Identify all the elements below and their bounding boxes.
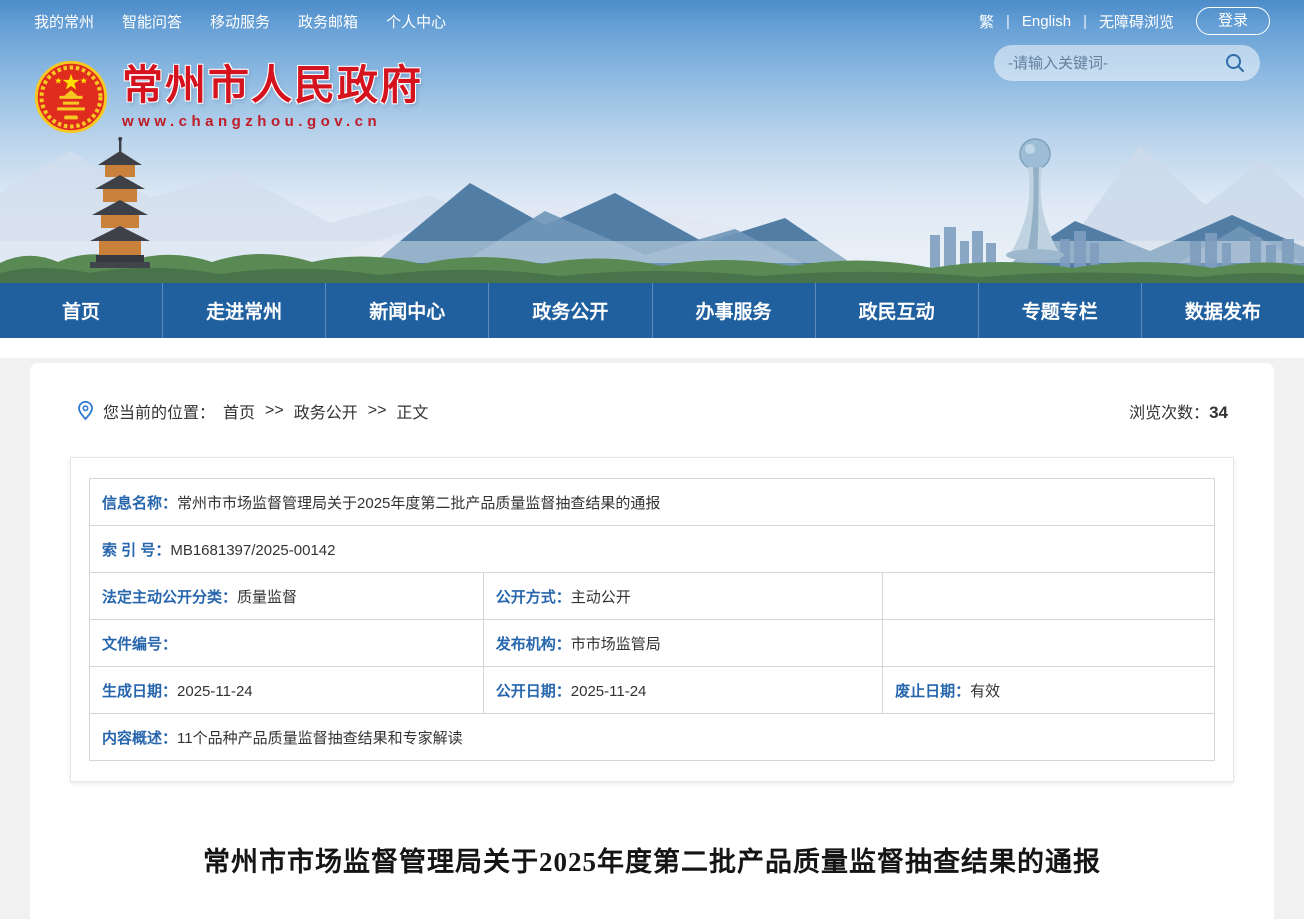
- location-pin-icon: [76, 401, 95, 421]
- nav-item-news-center[interactable]: 新闻中心: [326, 283, 489, 338]
- nav-item-gov-info[interactable]: 政务公开: [489, 283, 652, 338]
- info-cell-name: 信息名称：常州市市场监督管理局关于2025年度第二批产品质量监督抽查结果的通报: [90, 479, 1215, 526]
- breadcrumb-current[interactable]: 正文: [396, 399, 428, 423]
- breadcrumb-prefix: 您当前的位置：: [103, 399, 215, 423]
- topbar-link-my-changzhou[interactable]: 我的常州: [34, 11, 94, 32]
- view-counter: 浏览次数：34: [1129, 399, 1228, 423]
- site-brand[interactable]: 常州市人民政府 www.changzhou.gov.cn: [34, 60, 423, 134]
- breadcrumb-separator: >>: [368, 402, 387, 420]
- topbar: 我的常州 智能问答 移动服务 政务邮箱 个人中心 繁 | English | 无…: [0, 0, 1304, 42]
- info-cell-index: 索 引 号：MB1681397/2025-00142: [90, 526, 1215, 573]
- table-row: 内容概述：11个品种产品质量监督抽查结果和专家解读: [90, 714, 1215, 761]
- info-name-label: 信息名称：: [102, 495, 177, 512]
- breadcrumb-separator: >>: [265, 402, 284, 420]
- topbar-link-gov-mail[interactable]: 政务邮箱: [298, 11, 358, 32]
- info-created-label: 生成日期：: [102, 683, 177, 700]
- search-button[interactable]: [1224, 52, 1246, 74]
- info-cell-agency: 发布机构：市市场监管局: [483, 620, 882, 667]
- info-summary-value: 11个品种产品质量监督抽查结果和专家解读: [177, 730, 463, 747]
- divider: |: [1006, 13, 1010, 30]
- view-counter-label: 浏览次数：: [1129, 405, 1209, 422]
- nav-item-about-changzhou[interactable]: 走进常州: [163, 283, 326, 338]
- search-icon: [1224, 52, 1246, 74]
- national-emblem-logo: [34, 60, 108, 134]
- document-info-box: 信息名称：常州市市场监督管理局关于2025年度第二批产品质量监督抽查结果的通报 …: [70, 457, 1234, 782]
- topbar-link-mobile-services[interactable]: 移动服务: [210, 11, 270, 32]
- article-title: 常州市市场监督管理局关于2025年度第二批产品质量监督抽查结果的通报: [70, 840, 1234, 879]
- info-cell-docno: 文件编号：: [90, 620, 484, 667]
- info-index-label: 索 引 号：: [102, 542, 170, 559]
- breadcrumb-row: 您当前的位置： 首页 >> 政务公开 >> 正文 浏览次数：34: [70, 399, 1234, 423]
- english-link[interactable]: English: [1022, 13, 1071, 30]
- info-method-label: 公开方式：: [496, 589, 571, 606]
- site-title: 常州市人民政府: [122, 65, 423, 106]
- topbar-link-personal-center[interactable]: 个人中心: [386, 11, 446, 32]
- table-row: 信息名称：常州市市场监督管理局关于2025年度第二批产品质量监督抽查结果的通报: [90, 479, 1215, 526]
- info-cell-category: 法定主动公开分类：质量监督: [90, 573, 484, 620]
- info-cell-summary: 内容概述：11个品种产品质量监督抽查结果和专家解读: [90, 714, 1215, 761]
- table-row: 索 引 号：MB1681397/2025-00142: [90, 526, 1215, 573]
- site-url: www.changzhou.gov.cn: [122, 113, 423, 130]
- table-row: 法定主动公开分类：质量监督 公开方式：主动公开: [90, 573, 1215, 620]
- info-index-value: MB1681397/2025-00142: [170, 542, 335, 559]
- empty-cell: [883, 573, 1215, 620]
- info-agency-label: 发布机构：: [496, 636, 571, 653]
- info-agency-value: 市市场监管局: [571, 636, 661, 653]
- breadcrumb: 您当前的位置： 首页 >> 政务公开 >> 正文: [76, 399, 428, 423]
- info-created-value: 2025-11-24: [177, 683, 253, 700]
- empty-cell: [883, 620, 1215, 667]
- info-method-value: 主动公开: [571, 589, 631, 606]
- accessibility-link[interactable]: 无障碍浏览: [1099, 11, 1174, 32]
- traditional-chinese-link[interactable]: 繁: [979, 11, 994, 32]
- content-card: 您当前的位置： 首页 >> 政务公开 >> 正文 浏览次数：34 信息名称：常州…: [30, 363, 1274, 919]
- site-search: [994, 45, 1260, 81]
- document-info-table: 信息名称：常州市市场监督管理局关于2025年度第二批产品质量监督抽查结果的通报 …: [89, 478, 1215, 761]
- topbar-link-smart-qa[interactable]: 智能问答: [122, 11, 182, 32]
- info-name-value: 常州市市场监督管理局关于2025年度第二批产品质量监督抽查结果的通报: [177, 495, 660, 512]
- info-expiry-label: 废止日期：: [895, 683, 970, 700]
- info-category-value: 质量监督: [237, 589, 297, 606]
- table-row: 文件编号： 发布机构：市市场监管局: [90, 620, 1215, 667]
- banner-illustration: [0, 123, 1304, 283]
- nav-item-interaction[interactable]: 政民互动: [816, 283, 979, 338]
- breadcrumb-home[interactable]: 首页: [223, 399, 255, 423]
- topbar-utility: 繁 | English | 无障碍浏览 登录: [979, 7, 1270, 35]
- divider: |: [1083, 13, 1087, 30]
- info-cell-method: 公开方式：主动公开: [483, 573, 882, 620]
- info-published-value: 2025-11-24: [571, 683, 647, 700]
- main-nav: 首页 走进常州 新闻中心 政务公开 办事服务 政民互动 专题专栏 数据发布: [0, 283, 1304, 338]
- info-summary-label: 内容概述：: [102, 730, 177, 747]
- nav-item-services[interactable]: 办事服务: [653, 283, 816, 338]
- info-docno-label: 文件编号：: [102, 636, 177, 653]
- view-counter-value: 34: [1209, 403, 1228, 422]
- nav-spacer: [0, 338, 1304, 358]
- info-cell-expiry: 废止日期：有效: [883, 667, 1215, 714]
- nav-item-special-topics[interactable]: 专题专栏: [979, 283, 1142, 338]
- info-cell-published: 公开日期：2025-11-24: [483, 667, 882, 714]
- site-header: 我的常州 智能问答 移动服务 政务邮箱 个人中心 繁 | English | 无…: [0, 0, 1304, 283]
- brand-text: 常州市人民政府 www.changzhou.gov.cn: [122, 65, 423, 130]
- nav-item-home[interactable]: 首页: [0, 283, 163, 338]
- breadcrumb-section[interactable]: 政务公开: [294, 399, 358, 423]
- page-background: 您当前的位置： 首页 >> 政务公开 >> 正文 浏览次数：34 信息名称：常州…: [0, 358, 1304, 919]
- login-button[interactable]: 登录: [1196, 7, 1270, 35]
- topbar-links: 我的常州 智能问答 移动服务 政务邮箱 个人中心: [34, 11, 446, 32]
- info-expiry-value: 有效: [970, 683, 1000, 700]
- info-published-label: 公开日期：: [496, 683, 571, 700]
- table-row: 生成日期：2025-11-24 公开日期：2025-11-24 废止日期：有效: [90, 667, 1215, 714]
- info-cell-created: 生成日期：2025-11-24: [90, 667, 484, 714]
- search-input[interactable]: [1008, 55, 1224, 72]
- info-category-label: 法定主动公开分类：: [102, 589, 237, 606]
- nav-item-data-release[interactable]: 数据发布: [1142, 283, 1304, 338]
